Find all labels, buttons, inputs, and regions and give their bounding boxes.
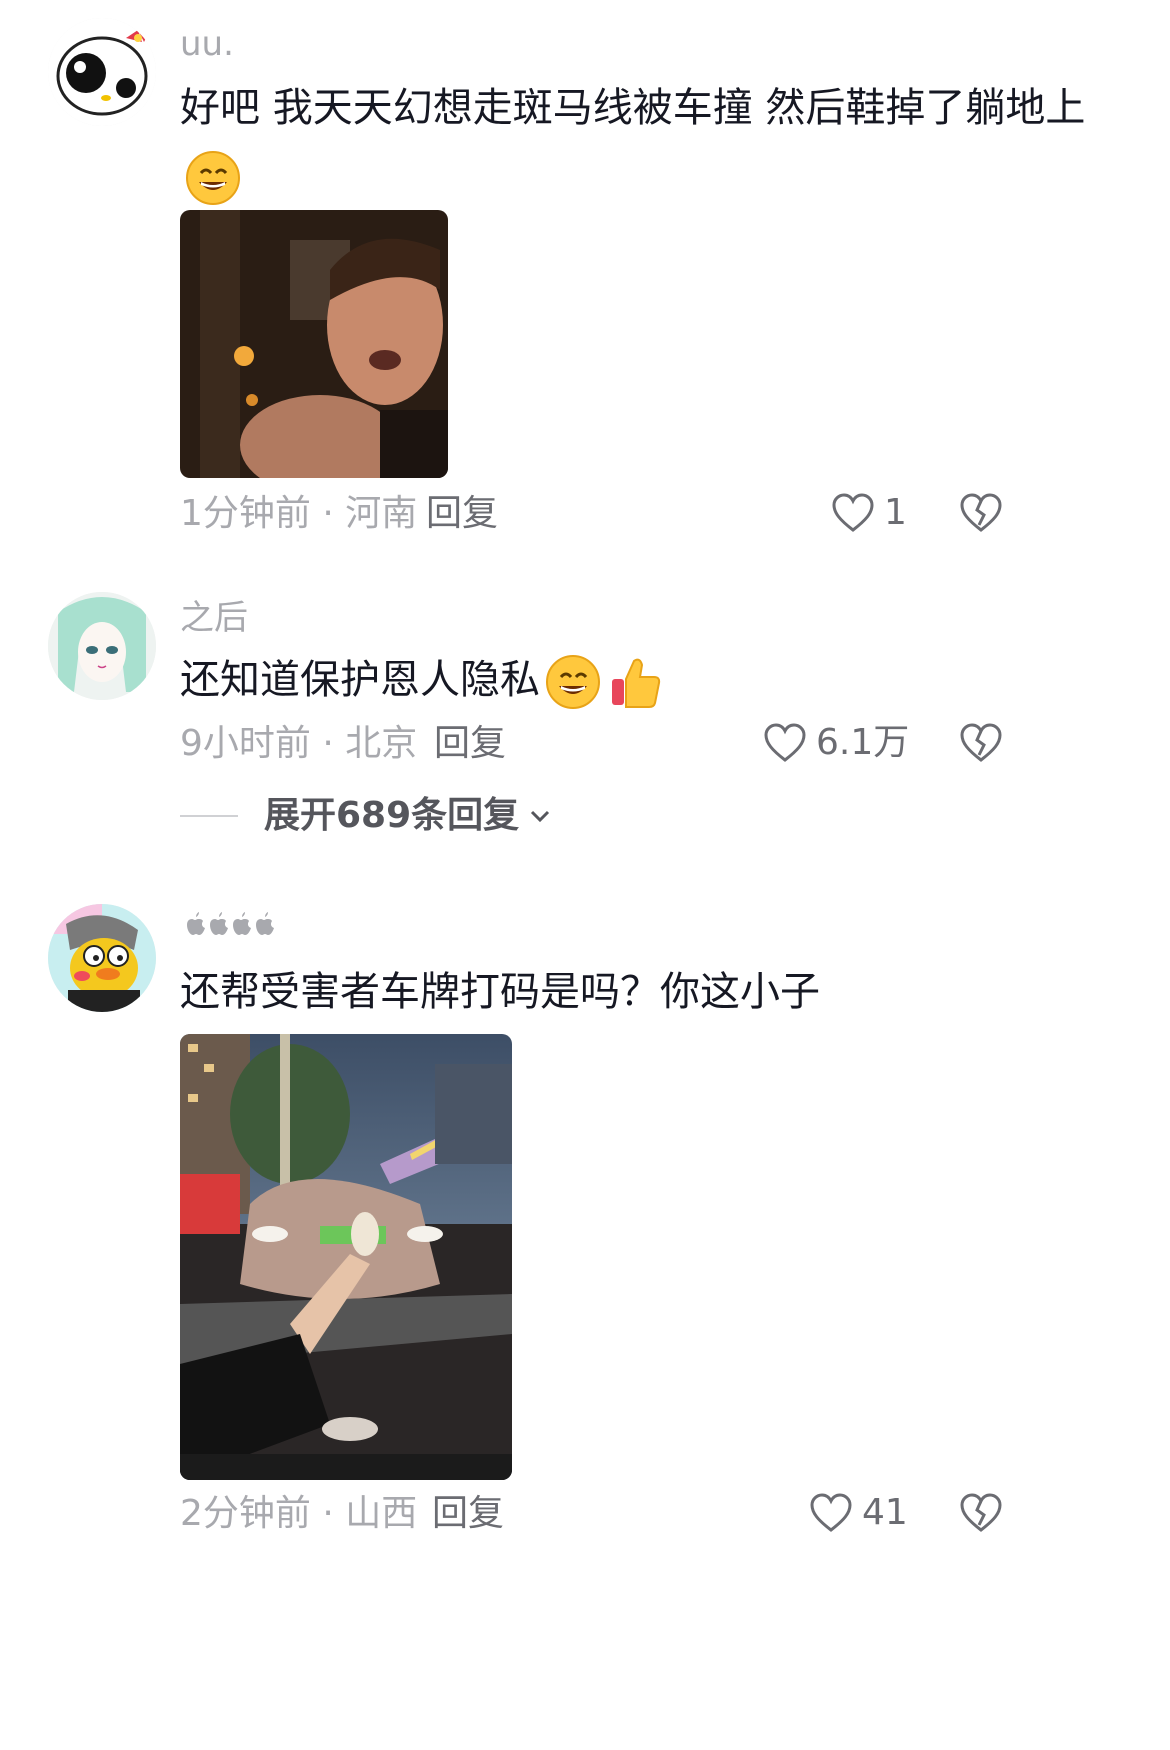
username[interactable]	[180, 910, 274, 940]
comment-meta: 9小时前 · 北京	[180, 724, 417, 764]
comment-text-content: 好吧 我天天幻想走斑马线被车撞 然后鞋掉了躺地上	[180, 85, 1086, 131]
like-count: 1	[884, 492, 907, 533]
like-button[interactable]: 1	[830, 490, 907, 536]
location: 山西	[345, 1493, 418, 1534]
anime-girl-avatar-icon	[48, 592, 156, 700]
separator: ·	[310, 723, 346, 764]
grinning-sweat-emoji-icon	[184, 149, 242, 207]
expand-replies-button[interactable]: 展开689条回复	[180, 796, 553, 836]
photo-image[interactable]	[180, 1034, 512, 1480]
username[interactable]: 之后	[180, 598, 248, 638]
broken-heart-icon	[960, 1493, 1002, 1532]
thumbs-up-emoji-icon	[606, 653, 664, 711]
grinning-sweat-emoji-icon	[544, 653, 602, 711]
like-button[interactable]: 6.1万	[762, 720, 909, 766]
heart-icon	[764, 723, 806, 762]
separator: ·	[310, 1493, 346, 1534]
reply-button[interactable]: 回复	[434, 724, 506, 764]
comment-text: 还知道保护恩人隐私	[180, 646, 1100, 714]
like-count: 6.1万	[816, 722, 910, 763]
heart-icon	[810, 1493, 852, 1532]
comment-text-content: 还帮受害者车牌打码是吗？你这小子	[180, 969, 820, 1015]
timestamp: 9小时前	[180, 723, 311, 764]
broken-heart-icon	[960, 723, 1002, 762]
apple-logo-icons	[187, 912, 274, 935]
expand-replies-label: 展开689条回复	[264, 795, 520, 836]
expand-divider	[180, 815, 238, 817]
username[interactable]: uu.	[180, 24, 234, 64]
avatar[interactable]	[48, 592, 156, 700]
dislike-button[interactable]	[958, 490, 1004, 536]
comment-meta: 1分钟前 · 河南	[180, 494, 417, 534]
timestamp: 1分钟前	[180, 493, 311, 534]
chevron-down-icon	[531, 810, 550, 823]
hello-kitty-avatar-icon	[48, 18, 156, 126]
reply-button[interactable]: 回复	[426, 494, 498, 534]
cartoon-duck-avatar-icon	[48, 904, 156, 1012]
location: 北京	[345, 723, 418, 764]
like-count: 41	[862, 1492, 908, 1533]
reply-button[interactable]: 回复	[432, 1494, 504, 1534]
heart-icon	[832, 493, 874, 532]
comment-text-content: 还知道保护恩人隐私	[180, 657, 540, 703]
avatar[interactable]	[48, 904, 156, 1012]
comment-meta: 2分钟前 · 山西	[180, 1494, 417, 1534]
like-button[interactable]: 41	[808, 1490, 908, 1536]
dislike-button[interactable]	[958, 720, 1004, 766]
comment-text: 好吧 我天天幻想走斑马线被车撞 然后鞋掉了躺地上	[180, 74, 1100, 210]
location: 河南	[345, 493, 418, 534]
gif-image[interactable]	[180, 210, 448, 478]
comment-text: 还帮受害者车牌打码是吗？你这小子	[180, 958, 1100, 1026]
avatar[interactable]	[48, 18, 156, 126]
separator: ·	[310, 493, 346, 534]
timestamp: 2分钟前	[180, 1493, 311, 1534]
broken-heart-icon	[960, 493, 1002, 532]
dislike-button[interactable]	[958, 1490, 1004, 1536]
